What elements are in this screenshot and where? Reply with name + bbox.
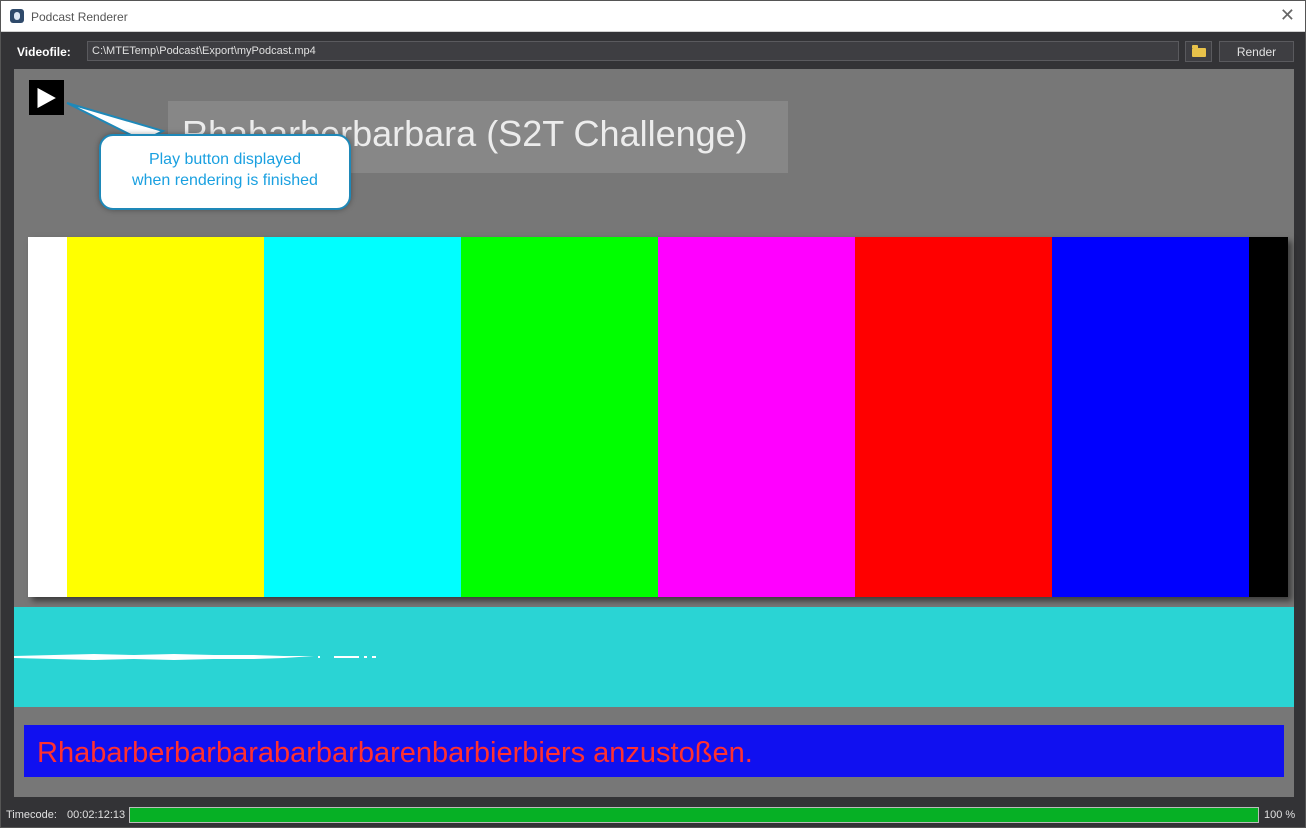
color-bar [67,237,264,597]
color-bar [28,237,67,597]
callout-line-2: when rendering is finished [132,172,318,189]
color-bar [264,237,461,597]
progress-percent: 100 % [1264,809,1296,821]
color-bar [1052,237,1249,597]
subtitle-text: Rhabarberbarbarabarbarbarenbarbierbiers … [24,725,1284,777]
waveform-graph [14,654,376,660]
color-bar [658,237,855,597]
status-bar: Timecode: 00:02:12:13 100 % [1,803,1305,827]
render-progress-bar [129,807,1259,823]
close-icon[interactable]: ✕ [1280,6,1295,24]
timecode-label: Timecode: [6,809,57,821]
callout-line-1: Play button displayed [148,151,302,168]
color-bars [28,237,1288,597]
podcast-renderer-window: Podcast Renderer ✕ Videofile: Render Rha… [0,0,1306,828]
timecode-value: 00:02:12:13 [67,809,126,821]
progress-fill [130,808,1258,822]
render-button[interactable]: Render [1219,41,1294,62]
color-bar [461,237,658,597]
color-bar [1249,237,1288,597]
annotation-callout: Play button displayed when rendering is … [99,134,351,210]
browse-folder-button[interactable] [1185,41,1212,62]
audio-waveform [14,607,1294,707]
folder-icon [1192,45,1206,57]
color-bar [855,237,1052,597]
subtitle-area: Rhabarberbarbarabarbarbarenbarbierbiers … [14,707,1294,797]
